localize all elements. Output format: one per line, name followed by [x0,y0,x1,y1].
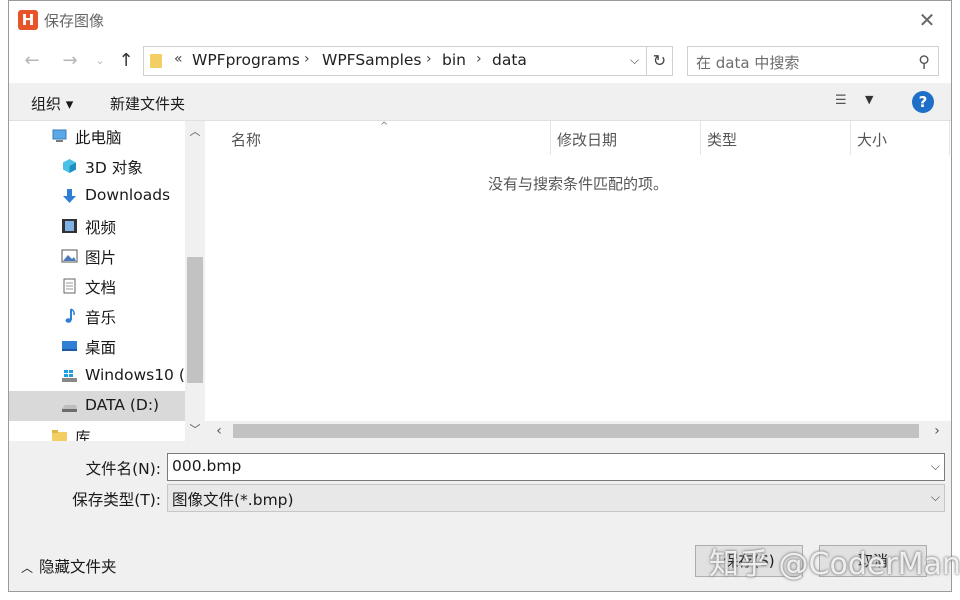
breadcrumb-wpfprograms[interactable]: WPFprograms [192,51,300,69]
address-dropdown-chevron-icon[interactable]: ⌵ [630,53,639,68]
scroll-up-icon[interactable]: ︿ [185,123,205,141]
search-box[interactable]: 在 data 中搜索 ⚲ [687,46,939,76]
drive-icon [62,405,77,412]
nav-item-label: 视频 [85,219,117,237]
view-dropdown-icon[interactable]: ▼ [865,93,873,106]
nav-item-windows-drive[interactable]: Windows10 (C [9,361,196,391]
breadcrumb-wpfsamples[interactable]: WPFSamples [322,51,422,69]
chevron-down-icon[interactable]: ⌵ [931,459,940,474]
nav-item-label: 此电脑 [75,129,122,147]
chevron-up-icon: ︿ [21,561,34,575]
nav-item-label: 图片 [85,249,117,267]
breadcrumb-bin[interactable]: bin [442,51,466,69]
chevron-down-icon[interactable]: ⌵ [931,490,940,505]
new-folder-button[interactable]: 新建文件夹 [110,93,185,114]
nav-item-desktop[interactable]: 桌面 [9,331,185,361]
nav-item-pictures[interactable]: 图片 [9,241,185,271]
refresh-icon[interactable]: ↻ [647,46,673,76]
filetype-label: 保存类型(T): [72,491,161,509]
column-header-name[interactable]: 名称 [231,129,261,150]
nav-item-documents[interactable]: 文档 [9,271,185,301]
nav-item-label: 桌面 [85,339,117,357]
nav-item-data-drive[interactable]: DATA (D:) [9,391,185,421]
column-header-type[interactable]: 类型 [707,129,737,150]
up-arrow-icon[interactable]: ↑ [115,49,137,73]
nav-item-label: 文档 [85,279,117,297]
app-logo-icon: H [18,10,38,30]
scrollbar-thumb[interactable] [187,257,203,383]
windows-drive-icon [62,370,77,382]
save-dialog: H 保存图像 ✕ ← → ⌄ ↑ « WPFprograms › WPFSamp… [8,0,960,592]
scroll-left-icon[interactable]: ‹ [209,421,229,441]
column-header-size[interactable]: 大小 [857,129,887,150]
video-icon [62,219,77,233]
column-divider[interactable] [700,121,701,155]
view-options-icon[interactable]: ☰ [835,92,855,110]
address-bar[interactable]: « WPFprograms › WPFSamples › bin › data … [143,46,647,76]
scroll-down-icon[interactable]: ﹀ [185,421,205,439]
window-title: 保存图像 [44,12,105,30]
navigation-pane: 此电脑 3D 对象 Downloads 视频 图片 文档 音乐 桌面 Windo… [9,121,205,441]
desktop-icon [62,341,77,351]
nav-item-videos[interactable]: 视频 [9,211,185,241]
watermark: 知乎 @CoderMan [709,547,960,582]
close-icon[interactable]: ✕ [913,8,941,32]
file-list-horizontal-scrollbar[interactable]: ‹ › [205,421,951,441]
pc-icon [52,129,67,142]
nav-item-3d-objects[interactable]: 3D 对象 [9,151,185,181]
sort-caret-icon: ^ [380,121,389,132]
nav-item-label: Downloads [85,186,171,204]
breadcrumb-separator[interactable]: › [304,51,310,67]
nav-item-label: DATA (D:) [85,396,160,414]
file-list: ^ 名称 修改日期 类型 大小 没有与搜索条件匹配的项。 [205,121,951,421]
filename-input[interactable]: 000.bmp [172,457,241,475]
column-divider[interactable] [949,121,950,155]
forward-arrow-icon[interactable]: → [59,49,81,73]
filetype-select[interactable]: 图像文件(*.bmp) ⌵ [167,484,945,512]
filename-combobox[interactable]: 000.bmp ⌵ [167,453,945,481]
help-icon[interactable]: ? [912,91,934,113]
filename-label: 文件名(N): [85,460,161,478]
search-input[interactable]: 在 data 中搜索 [696,52,799,73]
column-header-date-modified[interactable]: 修改日期 [557,129,617,150]
recent-locations-chevron-icon[interactable]: ⌄ [89,49,111,73]
breadcrumb-data[interactable]: data [492,51,527,69]
nav-item-music[interactable]: 音乐 [9,301,185,331]
empty-results-message: 没有与搜索条件匹配的项。 [487,175,668,193]
title-bar: H 保存图像 ✕ [9,1,951,39]
nav-item-downloads[interactable]: Downloads [9,181,185,211]
command-bar: 组织 ▾ 新建文件夹 ☰ ▼ ? [9,83,951,121]
column-divider[interactable] [550,121,551,155]
picture-icon [61,249,78,263]
nav-pane-scrollbar[interactable]: ︿ ﹀ [185,121,205,441]
nav-item-this-pc[interactable]: 此电脑 [9,121,185,151]
navigation-bar: ← → ⌄ ↑ « WPFprograms › WPFSamples › bin… [9,39,951,83]
3d-objects-icon [63,159,76,173]
hide-folders-label: 隐藏文件夹 [39,558,117,576]
nav-item-label: Windows10 (C [85,366,196,384]
back-arrow-icon[interactable]: ← [21,49,43,73]
nav-item-label: 3D 对象 [85,159,143,177]
download-arrow-icon [63,189,76,203]
nav-item-libraries[interactable]: 库 [9,421,185,441]
breadcrumb-separator[interactable]: › [476,51,482,67]
document-icon [63,278,76,294]
folder-icon [150,54,162,68]
library-folder-icon [52,430,67,441]
scrollbar-thumb[interactable] [233,424,919,438]
nav-item-label: 库 [75,429,91,441]
nav-item-label: 音乐 [85,309,117,327]
filetype-value: 图像文件(*.bmp) [172,491,294,509]
column-divider[interactable] [850,121,851,155]
hide-folders-toggle[interactable]: ︿ 隐藏文件夹 [21,555,117,577]
search-icon[interactable]: ⚲ [918,52,930,71]
scroll-right-icon[interactable]: › [927,421,947,441]
music-note-icon [65,308,75,323]
breadcrumb-overflow[interactable]: « [174,51,183,67]
organize-menu[interactable]: 组织 ▾ [31,93,73,114]
breadcrumb-separator[interactable]: › [426,51,432,67]
